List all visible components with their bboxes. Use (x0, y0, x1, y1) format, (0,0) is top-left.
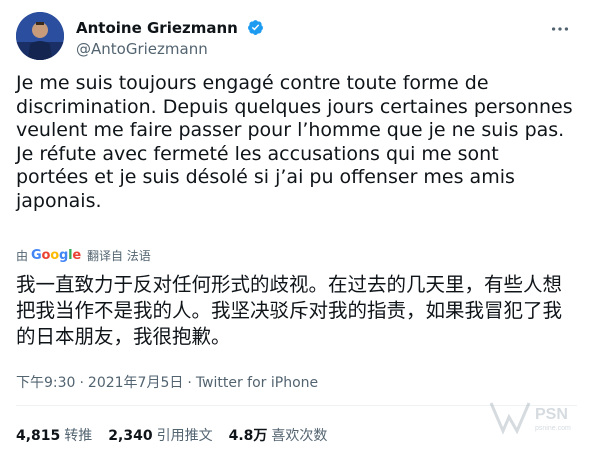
more-options-icon[interactable] (549, 18, 571, 40)
verified-badge-icon (247, 20, 263, 35)
tweet-meta: 下午9:30 · 2021年7月5日 · Twitter for iPhone (16, 372, 318, 392)
author-display-name[interactable]: Antoine Griezmann (76, 19, 238, 37)
tweet-source[interactable]: Twitter for iPhone (196, 375, 318, 391)
watermark-logo-icon: PSN psnine.com (489, 402, 571, 435)
translation-prefix: 由 (16, 248, 29, 263)
author-names: Antoine Griezmann @AntoGriezmann (76, 17, 264, 58)
meta-separator: · (187, 375, 192, 391)
tweet-header: Antoine Griezmann @AntoGriezmann (16, 8, 577, 60)
tweet-text: Je me suis toujours engagé contre toute … (16, 72, 573, 212)
translated-text: 我一直致力于反对任何形式的歧视。在过去的几天里，有些人想把我当作不是我的人。我坚… (16, 273, 563, 348)
retweets-stat[interactable]: 4,815 转推 (16, 425, 92, 445)
likes-stat[interactable]: 4.8万 喜欢次数 (229, 425, 328, 445)
avatar[interactable] (16, 12, 64, 60)
watermark-brand: PSN (535, 406, 568, 423)
quotes-stat[interactable]: 2,340 引用推文 (108, 425, 212, 445)
author-handle[interactable]: @AntoGriezmann (76, 40, 264, 58)
tweet-date[interactable]: 2021年7月5日 (88, 375, 183, 391)
meta-separator: · (79, 375, 84, 391)
google-logo-icon: Google (31, 247, 81, 263)
tweet-stats: 4,815 转推 2,340 引用推文 4.8万 喜欢次数 (16, 425, 327, 445)
translation-attribution[interactable]: 由 Google 翻译自 法语 (16, 245, 151, 265)
tweet-time[interactable]: 下午9:30 (16, 375, 75, 391)
translation-source: 翻译自 法语 (86, 248, 151, 263)
watermark-sub: psnine.com (535, 425, 571, 432)
